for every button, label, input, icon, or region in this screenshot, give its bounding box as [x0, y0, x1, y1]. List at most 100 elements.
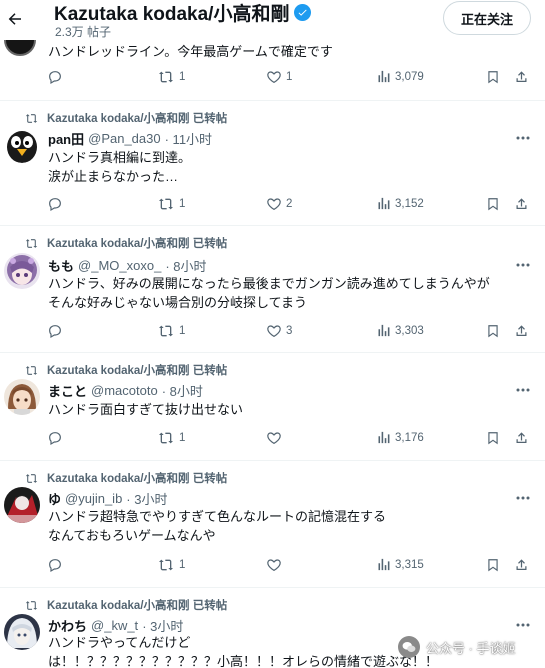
author-name[interactable]: まこと	[48, 381, 87, 400]
post-time[interactable]: · 8小时	[165, 256, 206, 275]
like-count: 2	[286, 198, 293, 210]
like-button[interactable]	[266, 430, 282, 446]
view-count: 3,315	[395, 558, 424, 571]
views-button[interactable]: 3,079	[376, 69, 424, 84]
post-time[interactable]: · 11小时	[165, 129, 212, 148]
post-actions: 1 3 3,303	[0, 323, 545, 343]
author-line: まこと @macototo · 8小时	[48, 381, 203, 400]
bookmark-button[interactable]	[486, 430, 500, 446]
like-button[interactable]: 2	[266, 196, 292, 212]
share-button[interactable]	[514, 323, 529, 339]
bookmark-icon	[488, 71, 498, 84]
retweet-icon	[25, 113, 38, 123]
penguin-avatar[interactable]	[4, 127, 40, 163]
retweet-count: 1	[179, 71, 186, 83]
reply-button[interactable]	[47, 430, 63, 446]
post-text-line: ハンドラ真相編に到達。	[48, 150, 192, 165]
heart-icon	[267, 71, 281, 84]
share-button[interactable]	[514, 557, 529, 573]
heart-icon	[267, 432, 281, 445]
wechat-icon	[398, 636, 420, 658]
author-handle[interactable]: @_MO_xoxo_	[78, 258, 161, 273]
view-count: 3,176	[395, 431, 424, 444]
views-chart-icon	[378, 431, 390, 444]
share-button[interactable]	[514, 69, 529, 85]
post-text: ハンドレッドライン。今年最高ゲームで確定です	[48, 44, 333, 59]
retweet-indicator: Kazutaka kodaka/小高和刚 已转帖	[24, 235, 227, 251]
reply-button[interactable]	[47, 196, 63, 212]
anime-girl-avatar[interactable]	[4, 253, 40, 289]
share-button[interactable]	[514, 196, 529, 212]
bookmark-button[interactable]	[486, 196, 500, 212]
retweet-indicator: Kazutaka kodaka/小高和刚 已转帖	[24, 470, 227, 486]
views-button[interactable]: 3,176	[376, 430, 424, 445]
reply-button[interactable]	[47, 323, 63, 339]
more-options-icon[interactable]	[513, 260, 533, 270]
view-count: 3,079	[395, 70, 424, 83]
author-name[interactable]: ゆ	[48, 489, 61, 508]
views-button[interactable]: 3,315	[376, 557, 424, 572]
retweet-button[interactable]: 1	[157, 69, 185, 85]
retweeted-post[interactable]: Kazutaka kodaka/小高和刚 已转帖 pan田 @Pan_da30 …	[0, 100, 545, 224]
retweet-icon	[159, 432, 173, 444]
author-name[interactable]: もも	[48, 256, 74, 275]
watermark-text: 公众号 · 手谈姬	[426, 640, 516, 656]
retweeted-post[interactable]: Kazutaka kodaka/小高和刚 已转帖 まこと @macototo ·…	[0, 352, 545, 459]
reply-icon	[49, 198, 61, 212]
white-hair-avatar[interactable]	[4, 614, 40, 650]
heart-icon	[267, 198, 281, 211]
retweeted-post[interactable]: Kazutaka kodaka/小高和刚 已转帖 ゆ @yujin_ib · 3…	[0, 460, 545, 586]
views-button[interactable]: 3,303	[376, 323, 424, 338]
like-button[interactable]: 1	[266, 69, 292, 85]
post-text: ハンドラ真相編に到達。 涙が止まらなかった…	[48, 148, 191, 186]
retweeted-post[interactable]: Kazutaka kodaka/小高和刚 已转帖 もも @_MO_xoxo_ ·…	[0, 225, 545, 351]
author-handle[interactable]: @_kw_t	[91, 618, 138, 633]
like-button[interactable]	[266, 557, 282, 573]
views-chart-icon	[378, 70, 390, 83]
author-line: pan田 @Pan_da30 · 11小时	[48, 129, 212, 148]
retweet-button[interactable]: 1	[157, 196, 185, 212]
share-button[interactable]	[514, 430, 529, 446]
verified-badge-icon	[294, 4, 312, 21]
heart-icon	[267, 325, 281, 338]
retweet-icon	[25, 238, 38, 248]
more-options-icon[interactable]	[513, 133, 533, 143]
retweet-icon	[159, 71, 173, 83]
bookmark-button[interactable]	[486, 69, 500, 85]
author-handle[interactable]: @Pan_da30	[88, 131, 160, 146]
share-icon	[516, 559, 527, 570]
more-options-icon[interactable]	[513, 385, 533, 395]
author-handle[interactable]: @yujin_ib	[65, 491, 122, 506]
retweet-button[interactable]: 1	[157, 557, 185, 573]
post-actions: 1 3,176	[0, 430, 545, 450]
more-options-icon[interactable]	[513, 620, 533, 630]
reply-button[interactable]	[47, 69, 63, 85]
red-dark-avatar[interactable]	[4, 487, 40, 523]
retweet-label: Kazutaka kodaka/小高和刚 已转帖	[47, 113, 228, 125]
views-button[interactable]: 3,152	[376, 196, 424, 211]
reply-icon	[49, 432, 61, 446]
retweet-button[interactable]: 1	[157, 430, 185, 446]
brown-hair-avatar[interactable]	[4, 379, 40, 415]
retweet-label: Kazutaka kodaka/小高和刚 已转帖	[47, 473, 228, 485]
retweet-icon	[25, 365, 38, 375]
bookmark-button[interactable]	[486, 557, 500, 573]
reply-button[interactable]	[47, 557, 63, 573]
back-arrow-icon[interactable]	[4, 8, 26, 30]
author-handle[interactable]: @macototo	[91, 383, 158, 398]
retweet-icon	[25, 473, 38, 483]
post-text-line: ハンドラ超特急でやりすぎて色んなルートの記憶混在する	[48, 509, 387, 524]
more-options-icon[interactable]	[513, 493, 533, 503]
retweet-button[interactable]: 1	[157, 323, 185, 339]
reply-icon	[49, 559, 61, 573]
reply-icon	[49, 71, 61, 85]
reply-icon	[49, 325, 61, 339]
like-button[interactable]: 3	[266, 323, 292, 339]
post-text: ハンドラやってんだけど は！！？？？？？？？？？？小高！！！オレらの情緒で遊ぶな…	[48, 633, 438, 668]
bookmark-button[interactable]	[486, 323, 500, 339]
author-name[interactable]: pan田	[48, 129, 84, 148]
avatar[interactable]	[2, 40, 36, 58]
post-time[interactable]: · 3小时	[126, 489, 167, 508]
following-button[interactable]: 正在关注	[443, 1, 531, 35]
post-time[interactable]: · 8小时	[162, 381, 203, 400]
